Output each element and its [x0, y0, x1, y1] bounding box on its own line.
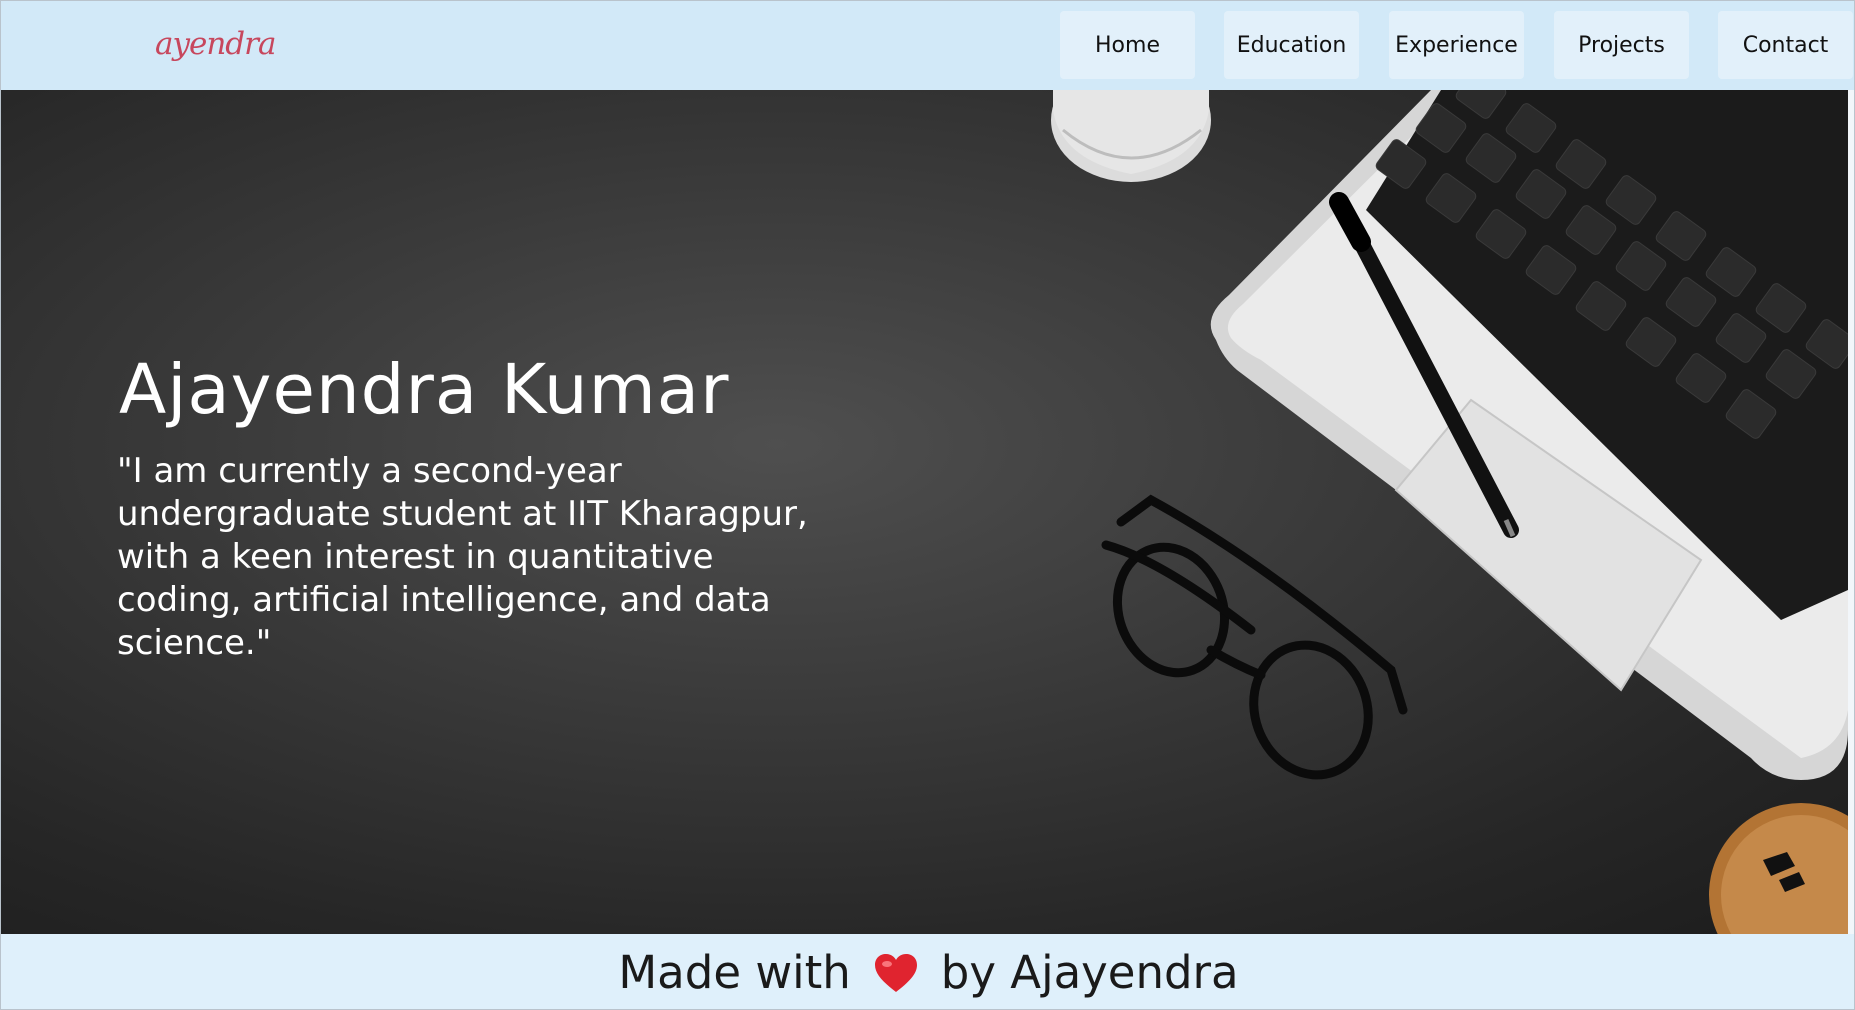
navbar: ayendra Home Education Experience Projec…	[1, 1, 1854, 90]
nav-experience-button[interactable]: Experience	[1389, 11, 1524, 79]
hero-section: Ajayendra Kumar "I am currently a second…	[1, 90, 1848, 934]
laptop-illustration	[1210, 90, 1848, 780]
footer-by-author: by Ajayendra	[940, 946, 1239, 999]
hero-quote: "I am currently a second-year undergradu…	[117, 451, 808, 663]
coffee-cup-illustration	[1051, 90, 1211, 182]
hero-name: Ajayendra Kumar	[119, 350, 730, 430]
nav-education-button[interactable]: Education	[1224, 11, 1359, 79]
nav-projects-button[interactable]: Projects	[1554, 11, 1689, 79]
cork-coaster-illustration	[1709, 803, 1848, 934]
page: ayendra Home Education Experience Projec…	[0, 0, 1855, 1010]
heart-icon	[873, 952, 919, 994]
footer-credit: Made with by Ajayendra	[618, 946, 1238, 999]
nav-contact-button[interactable]: Contact	[1718, 11, 1853, 79]
footer: Made with by Ajayendra	[1, 934, 1854, 1009]
footer-made-with: Made with	[618, 946, 851, 999]
logo-text: ayendra	[155, 26, 276, 62]
glasses-illustration	[1101, 494, 1408, 780]
nav-home-button[interactable]: Home	[1060, 11, 1195, 79]
logo[interactable]: ayendra	[155, 15, 276, 73]
